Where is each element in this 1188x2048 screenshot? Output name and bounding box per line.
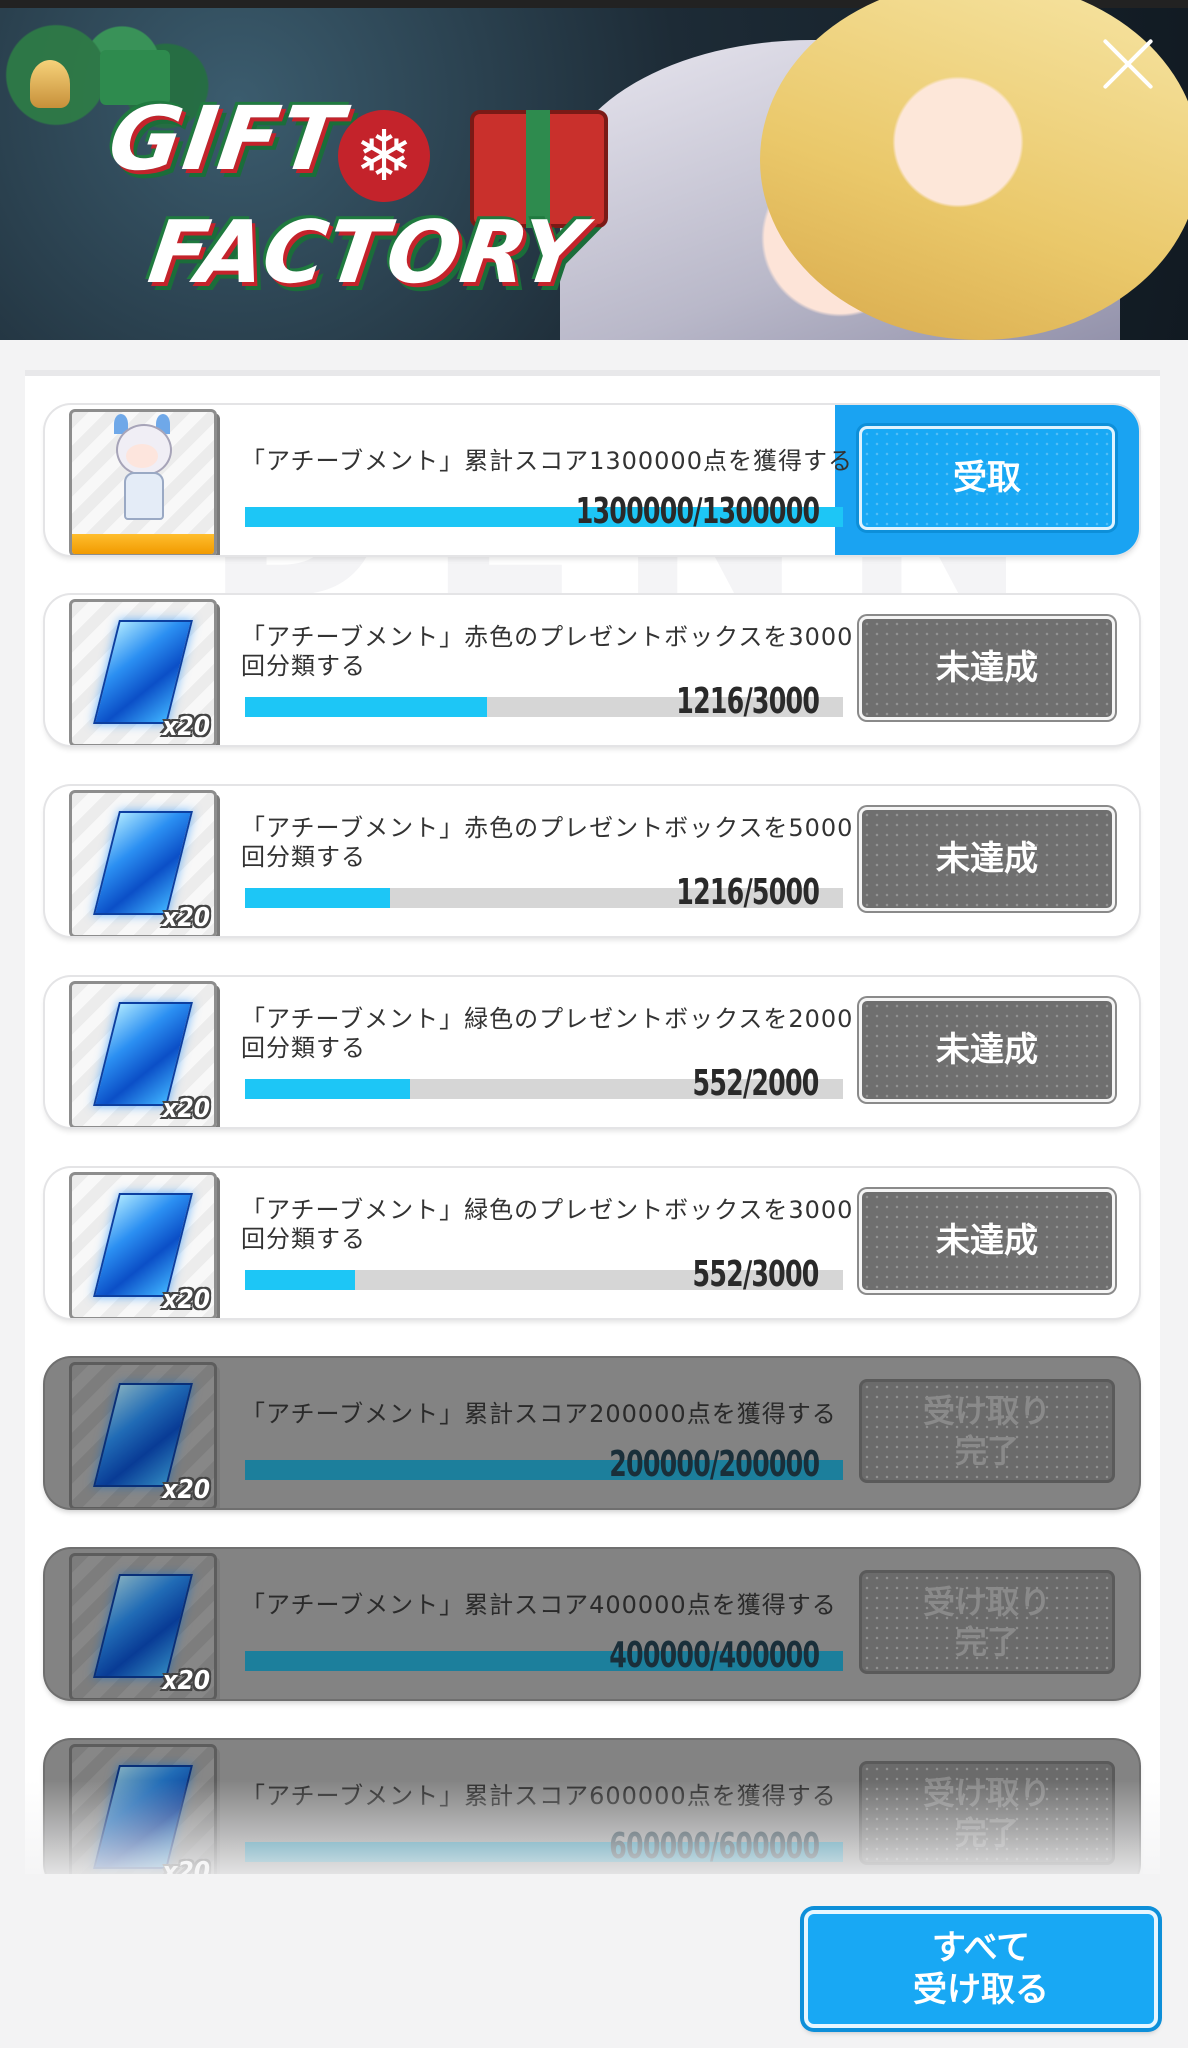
reward-thumbnail[interactable]: x20 — [69, 1744, 217, 1874]
crystal-icon — [93, 1765, 193, 1869]
reward-quantity: x20 — [162, 1475, 210, 1505]
achievement-row: x20 「アチーブメント」累計スコア200000点を獲得する 200000/2000… — [45, 1358, 1139, 1508]
crystal-icon — [93, 1002, 193, 1106]
reward-quantity: x20 — [162, 1857, 210, 1874]
reward-thumbnail[interactable]: x20 — [69, 1362, 217, 1508]
button-label: 受け取り 完了 — [922, 1583, 1051, 1661]
progress-count: 200000/200000 — [608, 1444, 820, 1485]
progress-count: 1300000/1300000 — [575, 491, 819, 532]
achievement-row: x20 「アチーブメント」緑色のプレゼントボックスを3000回分類する 552/30… — [45, 1168, 1139, 1318]
crystal-icon — [93, 1383, 193, 1487]
banner-title-factory: FACTORY — [142, 203, 592, 303]
rarity-bar — [72, 534, 214, 554]
reward-thumbnail[interactable]: x20 — [69, 790, 217, 936]
crystal-icon — [93, 811, 193, 915]
button-label: 未達成 — [936, 839, 1038, 879]
progress-count: 1216/3000 — [676, 681, 820, 722]
button-label: 受取 — [953, 458, 1021, 498]
reward-thumbnail[interactable]: x20 — [69, 1553, 217, 1699]
achievement-title: 「アチーブメント」赤色のプレゼントボックスを5000回分類する — [241, 814, 854, 871]
crystal-icon — [93, 1193, 193, 1297]
reward-quantity: x20 — [162, 1285, 210, 1315]
claimed-button[interactable]: 受け取り 完了 — [859, 1570, 1115, 1674]
achievement-row: x20 「アチーブメント」緑色のプレゼントボックスを2000回分類する 552/20… — [45, 977, 1139, 1127]
banner-title-gift: GIFT — [102, 87, 351, 190]
close-icon[interactable] — [1098, 34, 1158, 94]
achievement-title: 「アチーブメント」緑色のプレゼントボックスを3000回分類する — [241, 1196, 854, 1253]
reward-thumbnail[interactable] — [69, 409, 217, 555]
achievement-title: 「アチーブメント」累計スコア200000点を獲得する — [241, 1400, 837, 1428]
progress-fill — [245, 888, 391, 908]
crystal-icon — [93, 620, 193, 724]
reward-quantity: x20 — [162, 1666, 210, 1696]
progress-count: 552/2000 — [692, 1063, 820, 1104]
achievement-row: x20 「アチーブメント」累計スコア400000点を獲得する 400000/4000… — [45, 1549, 1139, 1699]
not-achieved-button[interactable]: 未達成 — [859, 616, 1115, 720]
achievement-title: 「アチーブメント」累計スコア400000点を獲得する — [241, 1591, 837, 1619]
button-label: 未達成 — [936, 1030, 1038, 1070]
achievement-title: 「アチーブメント」緑色のプレゼントボックスを2000回分類する — [241, 1005, 854, 1062]
app-root: GIFT ❄ FACTORY DENN 「アチーブメント」累計スコア130000… — [0, 0, 1188, 2048]
snowflake-icon: ❄ — [338, 110, 430, 202]
button-label: 未達成 — [936, 648, 1038, 688]
not-achieved-button[interactable]: 未達成 — [859, 1189, 1115, 1293]
bell-icon — [30, 60, 70, 108]
reward-quantity: x20 — [162, 1094, 210, 1124]
not-achieved-button[interactable]: 未達成 — [859, 998, 1115, 1102]
claimed-button[interactable]: 受け取り 完了 — [859, 1379, 1115, 1483]
achievement-title: 「アチーブメント」累計スコア1300000点を獲得する — [241, 447, 853, 475]
achievement-title: 「アチーブメント」累計スコア600000点を獲得する — [241, 1782, 837, 1810]
progress-count: 600000/600000 — [608, 1826, 820, 1867]
progress-count: 552/3000 — [692, 1254, 820, 1295]
progress-count: 400000/400000 — [608, 1635, 820, 1676]
achievement-list[interactable]: DENN 「アチーブメント」累計スコア1300000点を獲得する1300000/… — [25, 370, 1160, 1874]
claim-button[interactable]: 受取 — [859, 426, 1115, 530]
button-label: 受け取り 完了 — [922, 1392, 1051, 1470]
claim-all-button[interactable]: すべて 受け取る — [804, 1910, 1158, 2028]
event-banner: GIFT ❄ FACTORY — [0, 0, 1188, 340]
button-label: 未達成 — [936, 1221, 1038, 1261]
achievement-row: 「アチーブメント」累計スコア1300000点を獲得する 1300000/13000… — [45, 405, 1139, 555]
reward-quantity: x20 — [162, 712, 210, 742]
progress-fill — [245, 1270, 356, 1290]
button-label: 受け取り 完了 — [922, 1774, 1051, 1852]
claimed-button[interactable]: 受け取り 完了 — [859, 1761, 1115, 1865]
reward-quantity: x20 — [162, 903, 210, 933]
character-icon — [112, 414, 172, 524]
progress-fill — [245, 1079, 411, 1099]
achievement-row: x20 「アチーブメント」累計スコア600000点を獲得する 600000/6000… — [45, 1740, 1139, 1874]
achievement-row: x20 「アチーブメント」赤色のプレゼントボックスを3000回分類する 1216/3… — [45, 595, 1139, 745]
progress-count: 1216/5000 — [676, 872, 820, 913]
crystal-icon — [93, 1574, 193, 1678]
progress-fill — [245, 697, 488, 717]
not-achieved-button[interactable]: 未達成 — [859, 807, 1115, 911]
reward-thumbnail[interactable]: x20 — [69, 599, 217, 745]
achievement-row: x20 「アチーブメント」赤色のプレゼントボックスを5000回分類する 1216/5… — [45, 786, 1139, 936]
reward-thumbnail[interactable]: x20 — [69, 1172, 217, 1318]
achievement-title: 「アチーブメント」赤色のプレゼントボックスを3000回分類する — [241, 623, 854, 680]
reward-thumbnail[interactable]: x20 — [69, 981, 217, 1127]
